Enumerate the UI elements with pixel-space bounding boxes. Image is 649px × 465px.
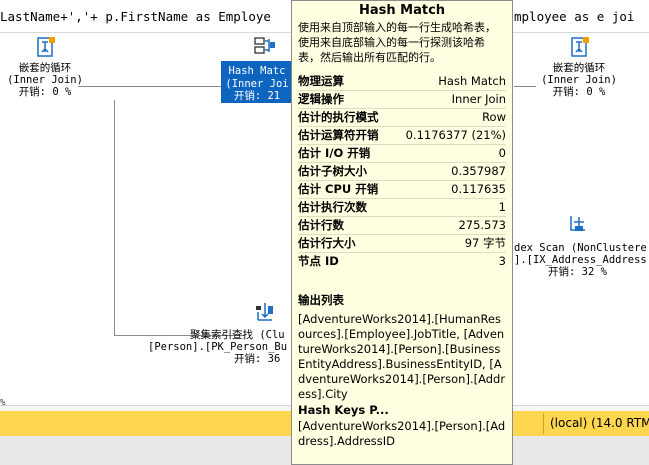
tooltip-description: 使用来自顶部输入的每一行生成哈希表，使用来自底部输入的每一行探测该哈希表，然后输… [298,21,496,64]
index-scan-node[interactable]: dex Scan (NonClustere ].[IX_Address_Addr… [514,242,649,278]
tooltip-title: Hash Match [358,3,446,18]
server-status: (local) (14.0 RTM) [550,416,649,430]
nested-loops-left-node[interactable]: 嵌套的循环 (Inner Join) 开销: 0 % [2,62,88,98]
node-name: 聚集索引查找 (Clu [190,329,285,341]
node-cost: 开销: 36 [234,353,281,365]
operator-tooltip: Hash Match 使用来自顶部输入的每一行生成哈希表，使用来自底部输入的每一… [291,0,513,465]
node-join-type: (Inner Joi [225,78,289,90]
hash-keys: [AdventureWorks2014].[Person].[Address].… [298,419,506,448]
clustered-index-seek-icon[interactable] [254,300,276,322]
node-join-type: (Inner Join) [541,74,617,86]
output-list-title: 输出列表 [298,293,344,307]
connector-line [78,86,222,87]
output-list: [AdventureWorks2014].[HumanResources].[E… [298,312,506,401]
node-name: 嵌套的循环 [552,62,606,74]
property-row: 逻辑操作 Inner Join [298,91,506,109]
nested-loops-right-node[interactable]: 嵌套的循环 (Inner Join) 开销: 0 % [536,62,622,98]
node-object: ].[IX_Address_Address [514,254,647,266]
property-row: 物理运算 Hash Match [298,73,506,91]
property-row: 估计行数 275.573 [298,217,506,235]
property-row: 估计行大小 97 字节 [298,235,506,253]
hash-keys-title: Hash Keys P... [298,403,389,417]
node-name: dex Scan (NonClustere [514,242,647,254]
node-cost: 开销: 0 % [18,86,72,98]
node-join-type: (Inner Join) [7,74,83,86]
node-cost: 开销: 0 % [552,86,606,98]
node-cost: 开销: 21 [233,90,281,102]
property-row: 估计子树大小 0.357987 [298,163,506,181]
node-name: Hash Matc [228,65,286,77]
sql-text-right: mployee as e joi [514,9,635,24]
node-object: [Person].[PK_Person_Bu [148,341,288,353]
connector-line [114,100,115,336]
property-row: 估计运算符开销 0.1176377 (21%) [298,127,506,145]
clustered-index-seek-node[interactable]: 聚集索引查找 (Clu [Person].[PK_Person_Bu 开销: 3… [148,329,291,365]
property-row: 估计 CPU 开销 0.117635 [298,181,506,199]
sql-text-left: LastName+','+ p.FirstName as Employe [0,9,271,24]
property-row: 估计 I/O 开销 0 [298,145,506,163]
nested-loops-icon[interactable] [35,36,57,58]
hash-match-node-selected[interactable]: Hash Matc (Inner Joi 开销: 21 [221,61,293,103]
property-row: 节点 ID 3 [298,254,506,268]
status-divider [543,413,544,434]
index-scan-icon[interactable] [567,212,589,234]
connector-line [514,86,536,87]
hash-match-icon[interactable] [253,35,277,57]
nested-loops-icon[interactable] [569,36,591,58]
property-row: 估计执行次数 1 [298,199,506,217]
property-row: 估计的执行模式 Row [298,109,506,127]
node-cost: 开销: 32 % [548,266,607,278]
tooltip-properties: 物理运算 Hash Match 逻辑操作 Inner Join 估计的执行模式 Row… [292,73,512,270]
node-name: 嵌套的循环 [18,62,72,74]
